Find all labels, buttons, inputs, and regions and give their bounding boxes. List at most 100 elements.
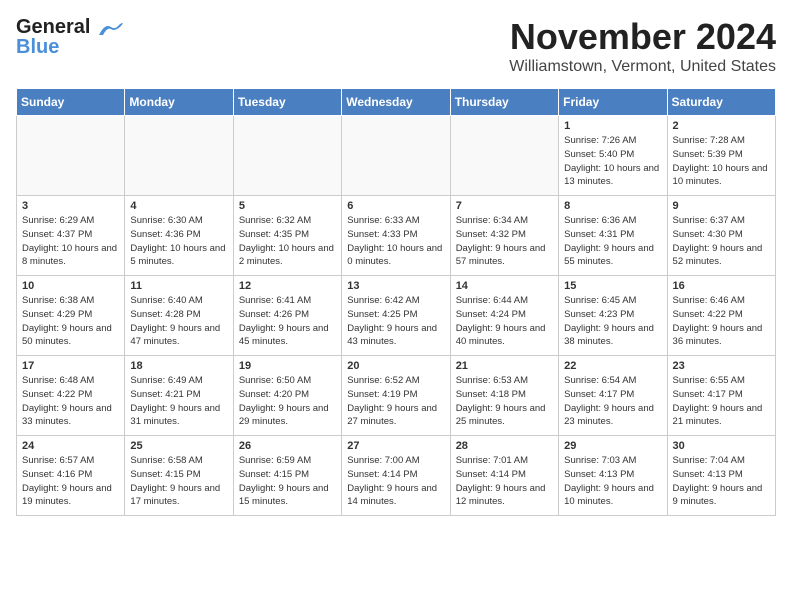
day-number: 1 [564,120,661,132]
calendar-day-cell: 1 Sunrise: 7:26 AM Sunset: 5:40 PM Daylig… [559,116,667,196]
calendar-day-cell: 25 Sunrise: 6:58 AM Sunset: 4:15 PM Dayli… [125,436,233,516]
calendar-weekday-header: Saturday [667,89,775,116]
calendar-day-cell: 16 Sunrise: 6:46 AM Sunset: 4:22 PM Dayli… [667,276,775,356]
day-number: 2 [673,120,770,132]
day-number: 29 [564,440,661,452]
day-number: 14 [456,280,553,292]
day-info-text: Sunrise: 6:50 AM Sunset: 4:20 PM Dayligh… [239,374,336,429]
calendar-day-cell: 27Sunrise: 7:00 AM Sunset: 4:14 PM Dayli… [342,436,450,516]
day-info-text: Sunrise: 6:33 AM Sunset: 4:33 PM Dayligh… [347,214,444,269]
calendar-header-row: SundayMondayTuesdayWednesdayThursdayFrid… [17,89,776,116]
calendar-weekday-header: Wednesday [342,89,450,116]
day-number: 3 [22,200,119,212]
day-number: 18 [130,360,227,372]
page-header: General Blue November 2024 Williamstown,… [16,16,776,76]
calendar-week-row: 1 Sunrise: 7:26 AM Sunset: 5:40 PM Daylig… [17,116,776,196]
calendar-day-cell: 5 Sunrise: 6:32 AM Sunset: 4:35 PM Daylig… [233,196,341,276]
calendar-day-cell [342,116,450,196]
title-area: November 2024 Williamstown, Vermont, Uni… [509,16,776,76]
day-info-text: Sunrise: 6:48 AM Sunset: 4:22 PM Dayligh… [22,374,119,429]
calendar-week-row: 10 Sunrise: 6:38 AM Sunset: 4:29 PM Dayli… [17,276,776,356]
logo: General Blue [16,16,125,59]
calendar-day-cell: 29 Sunrise: 7:03 AM Sunset: 4:13 PM Dayli… [559,436,667,516]
calendar-day-cell: 6 Sunrise: 6:33 AM Sunset: 4:33 PM Daylig… [342,196,450,276]
day-number: 21 [456,360,553,372]
day-number: 26 [239,440,336,452]
day-number: 16 [673,280,770,292]
calendar-day-cell: 3 Sunrise: 6:29 AM Sunset: 4:37 PM Daylig… [17,196,125,276]
day-number: 10 [22,280,119,292]
day-number: 12 [239,280,336,292]
calendar-day-cell: 7 Sunrise: 6:34 AM Sunset: 4:32 PM Daylig… [450,196,558,276]
calendar-weekday-header: Friday [559,89,667,116]
day-info-text: Sunrise: 6:45 AM Sunset: 4:23 PM Dayligh… [564,294,661,349]
day-number: 8 [564,200,661,212]
calendar-day-cell: 23 Sunrise: 6:55 AM Sunset: 4:17 PM Dayli… [667,356,775,436]
calendar-day-cell: 26Sunrise: 6:59 AM Sunset: 4:15 PM Dayli… [233,436,341,516]
day-info-text: Sunrise: 6:54 AM Sunset: 4:17 PM Dayligh… [564,374,661,429]
day-info-text: Sunrise: 7:28 AM Sunset: 5:39 PM Dayligh… [673,134,770,189]
day-number: 13 [347,280,444,292]
day-info-text: Sunrise: 6:37 AM Sunset: 4:30 PM Dayligh… [673,214,770,269]
calendar-day-cell: 30 Sunrise: 7:04 AM Sunset: 4:13 PM Dayli… [667,436,775,516]
calendar-day-cell: 12 Sunrise: 6:41 AM Sunset: 4:26 PM Dayli… [233,276,341,356]
calendar-day-cell: 15 Sunrise: 6:45 AM Sunset: 4:23 PM Dayli… [559,276,667,356]
day-number: 19 [239,360,336,372]
day-number: 5 [239,200,336,212]
calendar-day-cell: 24 Sunrise: 6:57 AM Sunset: 4:16 PM Dayli… [17,436,125,516]
day-info-text: Sunrise: 6:34 AM Sunset: 4:32 PM Dayligh… [456,214,553,269]
day-number: 24 [22,440,119,452]
calendar-day-cell: 4Sunrise: 6:30 AM Sunset: 4:36 PM Daylig… [125,196,233,276]
calendar-day-cell: 10 Sunrise: 6:38 AM Sunset: 4:29 PM Dayli… [17,276,125,356]
calendar-day-cell: 13Sunrise: 6:42 AM Sunset: 4:25 PM Dayli… [342,276,450,356]
day-number: 7 [456,200,553,212]
calendar-day-cell [233,116,341,196]
location-subtitle: Williamstown, Vermont, United States [509,58,776,76]
day-info-text: Sunrise: 6:32 AM Sunset: 4:35 PM Dayligh… [239,214,336,269]
calendar-day-cell: 19 Sunrise: 6:50 AM Sunset: 4:20 PM Dayli… [233,356,341,436]
day-number: 9 [673,200,770,212]
day-info-text: Sunrise: 6:41 AM Sunset: 4:26 PM Dayligh… [239,294,336,349]
day-number: 6 [347,200,444,212]
day-info-text: Sunrise: 7:26 AM Sunset: 5:40 PM Dayligh… [564,134,661,189]
calendar-day-cell: 21Sunrise: 6:53 AM Sunset: 4:18 PM Dayli… [450,356,558,436]
day-number: 25 [130,440,227,452]
day-info-text: Sunrise: 7:03 AM Sunset: 4:13 PM Dayligh… [564,454,661,509]
day-number: 23 [673,360,770,372]
day-number: 22 [564,360,661,372]
day-info-text: Sunrise: 6:57 AM Sunset: 4:16 PM Dayligh… [22,454,119,509]
calendar-weekday-header: Sunday [17,89,125,116]
calendar-day-cell: 17Sunrise: 6:48 AM Sunset: 4:22 PM Dayli… [17,356,125,436]
day-info-text: Sunrise: 6:46 AM Sunset: 4:22 PM Dayligh… [673,294,770,349]
calendar-table: SundayMondayTuesdayWednesdayThursdayFrid… [16,88,776,516]
day-info-text: Sunrise: 7:01 AM Sunset: 4:14 PM Dayligh… [456,454,553,509]
calendar-day-cell: 22 Sunrise: 6:54 AM Sunset: 4:17 PM Dayli… [559,356,667,436]
day-info-text: Sunrise: 6:44 AM Sunset: 4:24 PM Dayligh… [456,294,553,349]
day-info-text: Sunrise: 6:55 AM Sunset: 4:17 PM Dayligh… [673,374,770,429]
calendar-day-cell: 28 Sunrise: 7:01 AM Sunset: 4:14 PM Dayli… [450,436,558,516]
day-info-text: Sunrise: 6:29 AM Sunset: 4:37 PM Dayligh… [22,214,119,269]
calendar-day-cell [17,116,125,196]
month-title: November 2024 [509,16,776,58]
day-info-text: Sunrise: 7:04 AM Sunset: 4:13 PM Dayligh… [673,454,770,509]
day-info-text: Sunrise: 6:40 AM Sunset: 4:28 PM Dayligh… [130,294,227,349]
calendar-day-cell: 2 Sunrise: 7:28 AM Sunset: 5:39 PM Daylig… [667,116,775,196]
calendar-day-cell: 9 Sunrise: 6:37 AM Sunset: 4:30 PM Daylig… [667,196,775,276]
calendar-weekday-header: Monday [125,89,233,116]
day-number: 11 [130,280,227,292]
calendar-day-cell [125,116,233,196]
calendar-weekday-header: Tuesday [233,89,341,116]
day-number: 15 [564,280,661,292]
calendar-week-row: 17Sunrise: 6:48 AM Sunset: 4:22 PM Dayli… [17,356,776,436]
calendar-day-cell: 14 Sunrise: 6:44 AM Sunset: 4:24 PM Dayli… [450,276,558,356]
day-info-text: Sunrise: 6:58 AM Sunset: 4:15 PM Dayligh… [130,454,227,509]
logo-text: General [16,16,125,38]
day-info-text: Sunrise: 6:49 AM Sunset: 4:21 PM Dayligh… [130,374,227,429]
day-number: 28 [456,440,553,452]
logo-blue-text: Blue [16,36,59,59]
day-info-text: Sunrise: 6:38 AM Sunset: 4:29 PM Dayligh… [22,294,119,349]
day-number: 20 [347,360,444,372]
calendar-day-cell: 8Sunrise: 6:36 AM Sunset: 4:31 PM Daylig… [559,196,667,276]
day-number: 30 [673,440,770,452]
day-info-text: Sunrise: 6:30 AM Sunset: 4:36 PM Dayligh… [130,214,227,269]
